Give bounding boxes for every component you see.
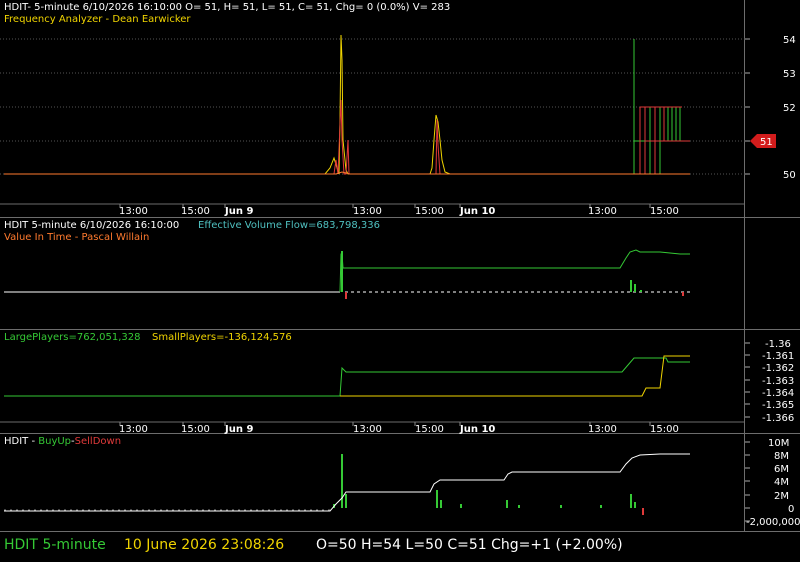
status-ohlc: O=50 H=54 L=50 C=51 Chg=+1 (+2.00%) [316,537,623,553]
y-tick-label: 0 [788,504,794,515]
price-chart-svg: 13:00 15:00 Jun 9 13:00 15:00 Jun 10 13:… [0,34,796,217]
y-tick-label: 52 [783,103,796,114]
y-tick-label: -1.363 [762,376,794,387]
y-tick-label: 53 [783,69,796,80]
small-players-line [340,355,690,397]
y-tick-label: 10M [768,438,789,449]
y-tick-label: 8M [774,451,789,462]
volume-flow-chart-svg [4,249,690,299]
players-chart-svg: -1.36 -1.361 -1.362 -1.363 -1.364 -1.365… [0,339,794,435]
status-datetime: 10 June 2026 23:08:26 [124,537,285,553]
large-players-line [4,357,690,397]
x-tick-label: 13:00 [353,206,382,217]
price-marker-label: 51 [760,137,773,148]
effective-volume-flow-line [339,249,690,293]
y-tick-label: 6M [774,464,789,475]
buy-sell-pane[interactable]: HDIT - BuyUp-SellDown 10M 8M 6M 4M 2M 0 … [0,434,800,532]
buy-sell-bars [333,454,644,515]
volume-flow-pane[interactable]: HDIT 5-minute 6/10/2026 16:10:00 Effecti… [0,218,800,330]
y-tick-label: 54 [783,35,796,46]
red-trace-line [4,99,630,175]
buy-sell-chart-svg: 10M 8M 6M 4M 2M 0 -2,000,000 [4,438,800,528]
price-bars [633,39,690,174]
y-tick-label: -1.364 [762,388,794,399]
frequency-analyzer-line [4,34,630,175]
x-tick-label: 13:00 [588,206,617,217]
y-tick-label: -1.365 [762,400,794,411]
price-marker: 51 [750,134,776,148]
x-tick-label: 13:00 [119,206,148,217]
players-pane[interactable]: LargePlayers=762,051,328 SmallPlayers=-1… [0,330,800,435]
x-tick-label: 15:00 [415,206,444,217]
y-tick-label: -1.366 [762,413,794,424]
y-tick-label: 4M [774,477,789,488]
status-bar: HDIT 5-minute 10 June 2026 23:08:26 O=50… [0,532,800,562]
y-tick-label: -2,000,000 [746,517,800,528]
x-tick-label: Jun 9 [224,206,253,217]
x-tick-label: 15:00 [181,206,210,217]
x-tick-label: 15:00 [650,206,679,217]
y-tick-label: -1.362 [762,363,794,374]
x-tick-label: Jun 10 [459,206,495,217]
y-tick-label: -1.361 [762,351,794,362]
status-symbol: HDIT 5-minute [4,537,106,553]
y-tick-label: -1.36 [765,339,791,350]
price-pane[interactable]: HDIT- 5-minute 6/10/2026 16:10:00 O= 51,… [0,0,800,218]
y-tick-label: 50 [783,170,796,181]
volume-bars [341,251,684,299]
y-tick-label: 2M [774,491,789,502]
